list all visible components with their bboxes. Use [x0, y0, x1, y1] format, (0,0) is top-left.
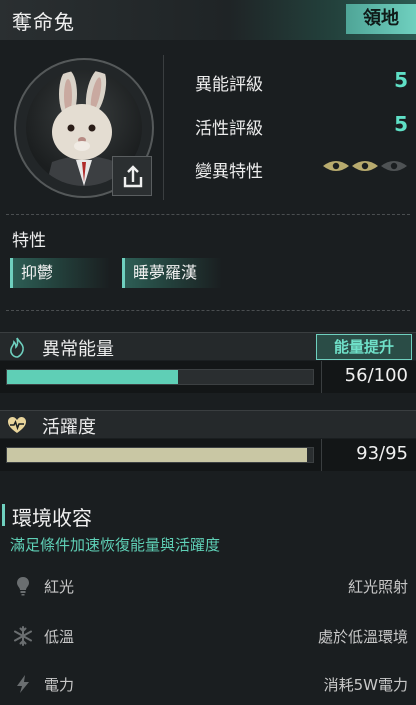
mutation-level-indicator: [322, 158, 410, 174]
activity-label: 活躍度: [42, 417, 96, 438]
anomaly-rating-label: 異能評級: [195, 75, 263, 95]
flame-icon: [10, 337, 24, 358]
header-bar: 奪命兔 領地: [0, 0, 416, 40]
eye-icon-inactive: [381, 161, 407, 171]
share-icon: [123, 165, 143, 188]
traits-title: 特性: [12, 231, 46, 251]
share-button[interactable]: [112, 156, 152, 196]
lightbulb-icon: [17, 577, 29, 596]
section-divider: [6, 310, 410, 311]
territory-tag[interactable]: 領地: [346, 4, 416, 34]
env-condition-value: 消耗5W電力: [323, 676, 408, 694]
energy-boost-button[interactable]: 能量提升: [316, 334, 412, 360]
trait-tag[interactable]: 睡夢羅漢: [122, 258, 222, 288]
environment-accent: [2, 504, 5, 526]
mutation-label: 變異特性: [195, 162, 263, 182]
env-condition-value: 處於低溫環境: [317, 628, 408, 646]
eye-icon-active: [352, 161, 378, 171]
environment-row-red-light: 紅光 紅光照射: [0, 567, 416, 607]
environment-subtitle: 滿足條件加速恢復能量與活躍度: [10, 536, 221, 554]
activity-header: 活躍度: [0, 410, 416, 438]
portrait-divider: [163, 55, 164, 200]
activity-rating-value: 5: [394, 112, 408, 136]
env-condition-name: 紅光: [44, 578, 75, 596]
section-divider: [6, 214, 410, 215]
trait-tag[interactable]: 抑鬱: [10, 258, 110, 288]
env-condition-value: 紅光照射: [347, 578, 408, 596]
creature-name: 奪命兔: [12, 10, 75, 34]
activity-bar-row: 93/95: [0, 439, 416, 471]
heartbeat-icon: [8, 417, 26, 433]
activity-rating-label: 活性評級: [195, 119, 263, 139]
activity-progress-bar: [6, 447, 314, 463]
energy-progress-fill: [7, 370, 179, 384]
energy-value: 56/100: [344, 365, 408, 386]
eye-icon-active: [323, 161, 349, 171]
anomaly-rating-value: 5: [394, 68, 408, 92]
energy-bar-row: 56/100: [0, 361, 416, 393]
energy-label: 異常能量: [42, 339, 114, 360]
bar-divider: [321, 361, 322, 393]
env-condition-name: 電力: [44, 676, 75, 694]
energy-progress-bar: [6, 369, 314, 385]
activity-progress-fill: [7, 448, 307, 462]
environment-title: 環境收容: [12, 506, 92, 530]
activity-value: 93/95: [356, 443, 408, 464]
env-condition-name: 低溫: [44, 628, 75, 646]
lightning-icon: [17, 675, 29, 693]
environment-row-power: 電力 消耗5W電力: [0, 665, 416, 705]
environment-row-low-temp: 低溫 處於低溫環境: [0, 617, 416, 657]
bar-divider: [321, 439, 322, 471]
snowflake-icon: [14, 626, 32, 646]
